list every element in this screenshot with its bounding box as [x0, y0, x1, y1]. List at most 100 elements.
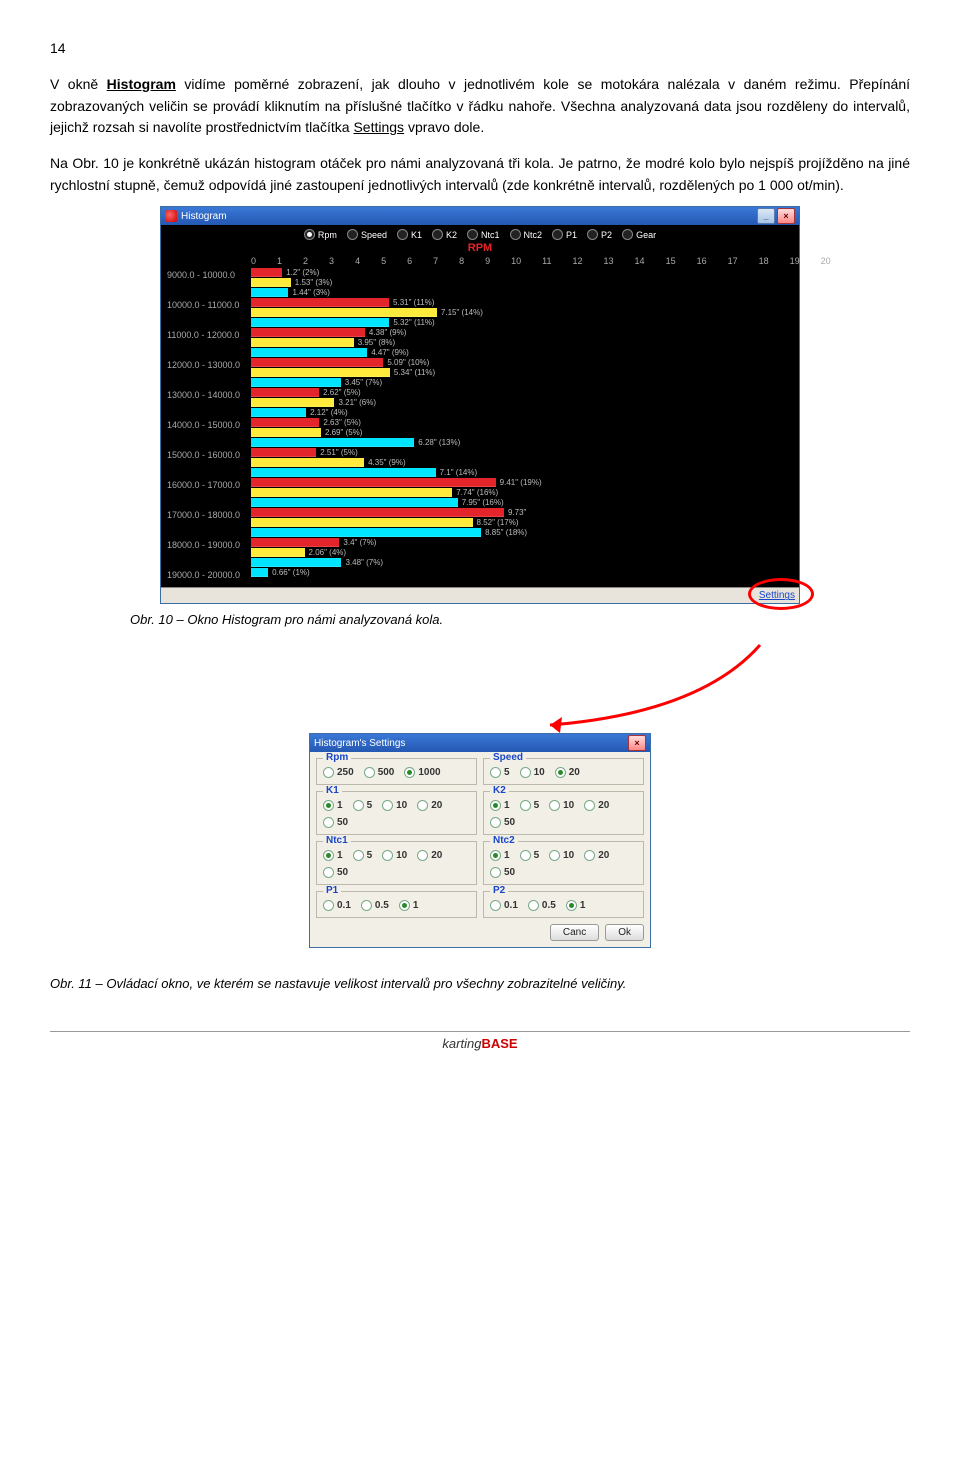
radio-icon [555, 767, 566, 778]
bar-yellow: 2.69" (5%) [251, 428, 789, 437]
radio-label: Ntc2 [524, 230, 543, 240]
bar-red: 4.38" (9%) [251, 328, 789, 337]
axis-tick: 11 [542, 256, 551, 266]
option-ntc1-5[interactable]: 5 [353, 850, 373, 861]
option-k2-20[interactable]: 20 [584, 800, 609, 811]
option-k1-50[interactable]: 50 [323, 817, 348, 828]
bar-value-label: 5.34" (11%) [394, 368, 435, 377]
histogram-row: 12000.0 - 13000.05.09" (10%)5.34" (11%)3… [167, 358, 793, 387]
radio-icon [417, 800, 428, 811]
option-p2-1[interactable]: 1 [566, 900, 586, 911]
radio-label: Rpm [318, 230, 337, 240]
bar-red: 2.63" (5%) [251, 418, 789, 427]
radio-label: P2 [601, 230, 612, 240]
option-k2-50[interactable]: 50 [490, 817, 515, 828]
radio-icon [323, 817, 334, 828]
bar-value-label: 9.73" [508, 508, 526, 517]
bar-value-label: 8.52" (17%) [477, 518, 519, 527]
bar-cyan: 6.28" (13%) [251, 438, 789, 447]
bar-fill [251, 378, 341, 387]
option-k2-1[interactable]: 1 [490, 800, 510, 811]
radio-icon [528, 900, 539, 911]
option-ntc1-20[interactable]: 20 [417, 850, 442, 861]
option-k2-10[interactable]: 10 [549, 800, 574, 811]
option-rpm-1000[interactable]: 1000 [404, 767, 440, 778]
dialog-titlebar: Histogram's Settings × [310, 734, 650, 752]
option-ntc1-1[interactable]: 1 [323, 850, 343, 861]
option-p1-0.5[interactable]: 0.5 [361, 900, 389, 911]
bar-value-label: 3.95" (8%) [358, 338, 396, 347]
settings-link[interactable]: Settings [759, 590, 795, 601]
option-ntc2-50[interactable]: 50 [490, 867, 515, 878]
option-p2-0.5[interactable]: 0.5 [528, 900, 556, 911]
dialog-close-button[interactable]: × [628, 735, 646, 751]
group-p1: P10.10.51 [316, 891, 477, 918]
bar-yellow: 3.21" (6%) [251, 398, 789, 407]
axis-tick: 0 [251, 256, 256, 266]
metric-radio-ntc1[interactable]: Ntc1 [467, 229, 500, 240]
bar-fill [251, 528, 481, 537]
option-p1-0.1[interactable]: 0.1 [323, 900, 351, 911]
option-k1-5[interactable]: 5 [353, 800, 373, 811]
bar-yellow: 7.74" (16%) [251, 488, 789, 497]
row-label: 16000.0 - 17000.0 [167, 478, 251, 490]
option-k2-5[interactable]: 5 [520, 800, 540, 811]
axis-tick: 8 [459, 256, 464, 266]
bar-red: 1.2" (2%) [251, 268, 789, 277]
metric-radio-rpm[interactable]: Rpm [304, 229, 337, 240]
radio-icon [552, 229, 563, 240]
axis-tick: 16 [697, 256, 707, 266]
option-k1-1[interactable]: 1 [323, 800, 343, 811]
option-ntc2-5[interactable]: 5 [520, 850, 540, 861]
bar-value-label: 1.2" (2%) [286, 268, 319, 277]
metric-radio-k1[interactable]: K1 [397, 229, 422, 240]
metric-radio-ntc2[interactable]: Ntc2 [510, 229, 543, 240]
bar-fill [251, 418, 319, 427]
bar-cyan: 2.12" (4%) [251, 408, 789, 417]
option-label: 0.1 [337, 900, 351, 911]
metric-radio-gear[interactable]: Gear [622, 229, 656, 240]
option-p1-1[interactable]: 1 [399, 900, 419, 911]
metric-radio-k2[interactable]: K2 [432, 229, 457, 240]
bar-fill [251, 328, 365, 337]
close-button[interactable]: × [777, 208, 795, 224]
option-ntc1-50[interactable]: 50 [323, 867, 348, 878]
bar-fill [251, 268, 282, 277]
radio-icon [584, 850, 595, 861]
row-bars: 9.41" (19%)7.74" (16%)7.95" (16%) [251, 478, 793, 507]
option-ntc1-10[interactable]: 10 [382, 850, 407, 861]
metric-radio-speed[interactable]: Speed [347, 229, 387, 240]
minimize-button[interactable]: _ [757, 208, 775, 224]
option-speed-10[interactable]: 10 [520, 767, 545, 778]
option-k1-10[interactable]: 10 [382, 800, 407, 811]
group-ntc1: Ntc115102050 [316, 841, 477, 885]
option-k1-20[interactable]: 20 [417, 800, 442, 811]
chart-body: 9000.0 - 10000.01.2" (2%)1.53" (3%)1.44"… [161, 266, 799, 587]
option-ntc2-20[interactable]: 20 [584, 850, 609, 861]
axis-tick: 9 [485, 256, 490, 266]
bar-yellow: 4.35" (9%) [251, 458, 789, 467]
bar-fill [251, 358, 383, 367]
metric-radio-p2[interactable]: P2 [587, 229, 612, 240]
option-rpm-250[interactable]: 250 [323, 767, 354, 778]
radio-icon [490, 800, 501, 811]
footer-logo: kartingBASE [50, 1036, 910, 1051]
group-speed: Speed51020 [483, 758, 644, 785]
radio-icon [549, 850, 560, 861]
bar-value-label: 9.41" (19%) [500, 478, 542, 487]
ok-button[interactable]: Ok [605, 924, 644, 941]
option-ntc2-1[interactable]: 1 [490, 850, 510, 861]
option-speed-20[interactable]: 20 [555, 767, 580, 778]
bar-value-label: 4.38" (9%) [369, 328, 407, 337]
option-speed-5[interactable]: 5 [490, 767, 510, 778]
text: vpravo dole. [404, 119, 484, 135]
option-p2-0.1[interactable]: 0.1 [490, 900, 518, 911]
cancel-button[interactable]: Canc [550, 924, 599, 941]
option-rpm-500[interactable]: 500 [364, 767, 395, 778]
radio-icon [432, 229, 443, 240]
histogram-window: Histogram _ × RpmSpeedK1K2Ntc1Ntc2P1P2Ge… [160, 206, 800, 604]
option-ntc2-10[interactable]: 10 [549, 850, 574, 861]
bar-value-label: 6.28" (13%) [418, 438, 460, 447]
group-title: P1 [323, 885, 341, 896]
metric-radio-p1[interactable]: P1 [552, 229, 577, 240]
